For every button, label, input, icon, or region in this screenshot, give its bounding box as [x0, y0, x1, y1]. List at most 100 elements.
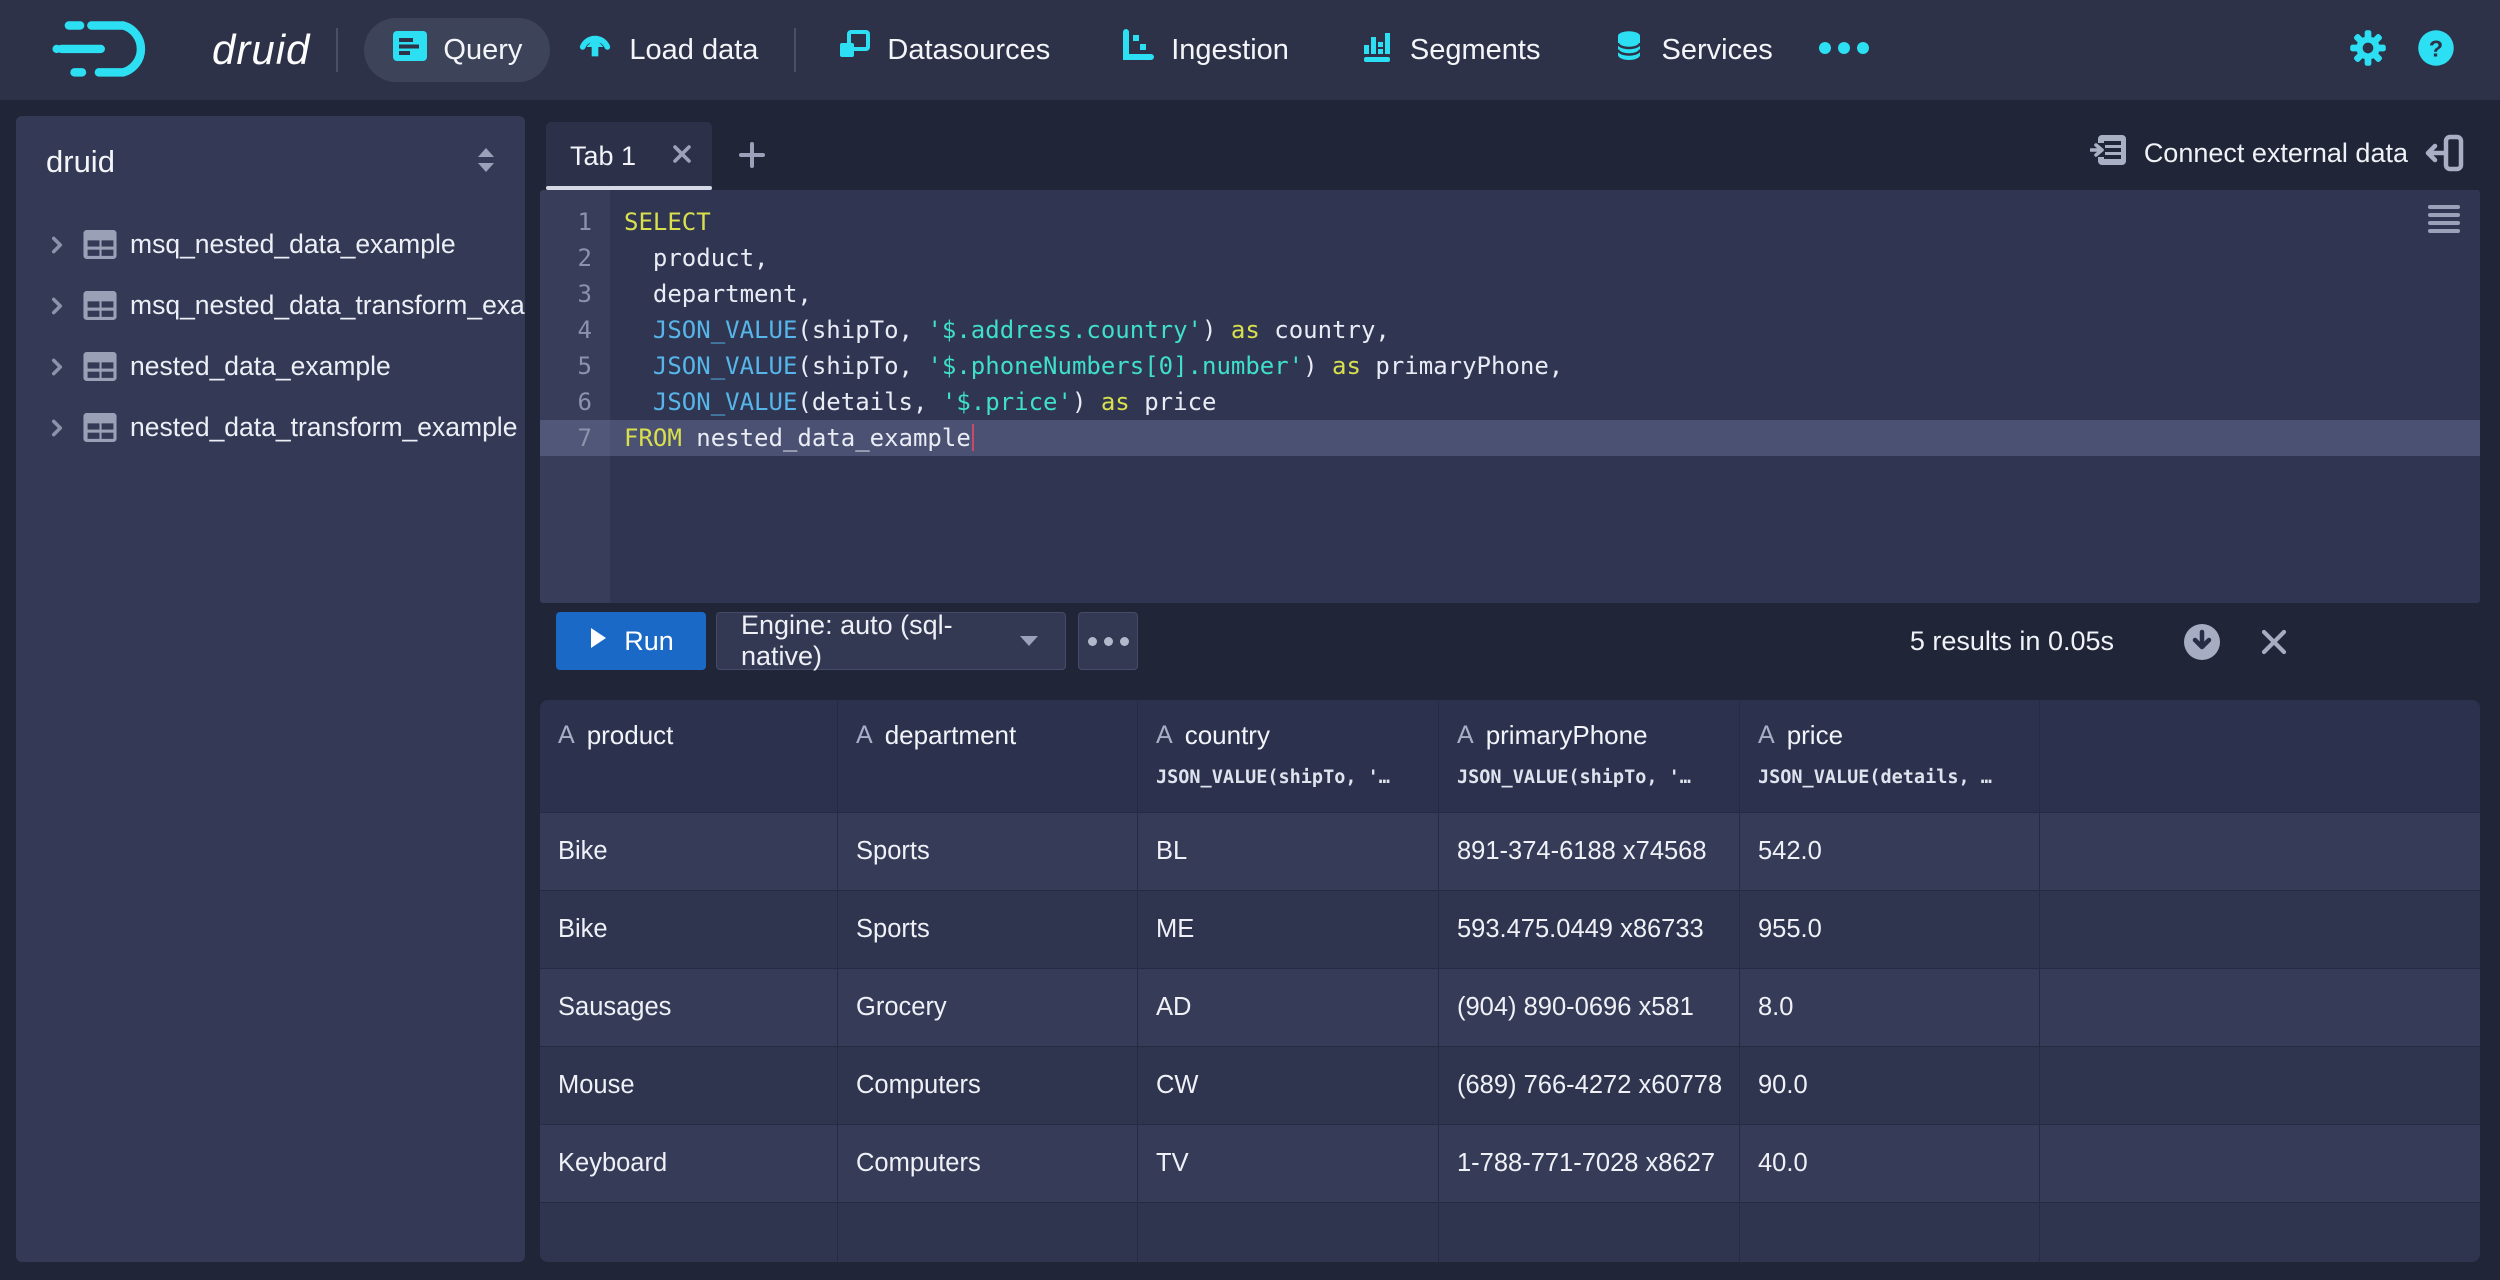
sidebar-table-row[interactable]: msq_nested_data_transform_example	[16, 275, 525, 336]
table-cell[interactable]: TV	[1138, 1124, 1439, 1202]
chevron-right-icon[interactable]	[46, 417, 68, 439]
table-list: msq_nested_data_example msq_nested_data_…	[16, 214, 525, 458]
table-cell-empty	[838, 1202, 1138, 1262]
chevron-right-icon[interactable]	[46, 356, 68, 378]
table-cell[interactable]: 40.0	[1740, 1124, 2040, 1202]
table-cell[interactable]: 542.0	[1740, 812, 2040, 890]
close-icon[interactable]	[2258, 626, 2290, 663]
code-line[interactable]: 5 JSON_VALUE(shipTo, '$.phoneNumbers[0].…	[540, 348, 2480, 384]
more-icon	[1817, 40, 1871, 61]
string-type-icon: A	[1758, 721, 1775, 749]
table-cell[interactable]: 90.0	[1740, 1046, 2040, 1124]
code-line[interactable]: 2 product,	[540, 240, 2480, 276]
table-cell[interactable]: 891-374-6188 x74568	[1439, 812, 1740, 890]
tab-tab1[interactable]: Tab 1	[546, 122, 712, 190]
table-icon	[82, 412, 118, 443]
close-icon[interactable]	[670, 142, 694, 171]
nav-item-services[interactable]: Services	[1601, 18, 1783, 82]
table-cell[interactable]: Bike	[540, 890, 838, 968]
nav-item-datasources[interactable]: Datasources	[826, 18, 1060, 82]
sidebar-table-row[interactable]: nested_data_example	[16, 336, 525, 397]
table-cell[interactable]: Mouse	[540, 1046, 838, 1124]
table-cell[interactable]: Bike	[540, 812, 838, 890]
code-line[interactable]: 7 FROM nested_data_example	[540, 420, 2480, 456]
code-text: JSON_VALUE(shipTo, '$.phoneNumbers[0].nu…	[652, 352, 1564, 380]
table-cell-empty	[2040, 812, 2480, 890]
table-cell[interactable]: Computers	[838, 1124, 1138, 1202]
table-cell[interactable]: Sports	[838, 812, 1138, 890]
table-cell[interactable]: BL	[1138, 812, 1439, 890]
druid-logo[interactable]: druid	[52, 15, 310, 86]
column-header[interactable]: A country JSON_VALUE(shipTo, '…	[1138, 700, 1439, 812]
sidebar-table-row[interactable]: msq_nested_data_example	[16, 214, 525, 275]
nav-item-load-data[interactable]: Load data	[566, 18, 768, 82]
sidebar-table-row[interactable]: nested_data_transform_example	[16, 397, 525, 458]
nav-item-query[interactable]: Query	[364, 18, 551, 82]
menu-icon[interactable]	[2426, 203, 2464, 239]
caret-down-icon	[1017, 626, 1041, 657]
table-cell-empty	[2040, 890, 2480, 968]
table-icon	[82, 229, 118, 260]
more-ellipsis-icon	[1087, 636, 1097, 646]
table-cell[interactable]: 955.0	[1740, 890, 2040, 968]
table-cell[interactable]: CW	[1138, 1046, 1439, 1124]
chevron-right-icon[interactable]	[46, 234, 68, 256]
code-line[interactable]: 6 JSON_VALUE(details, '$.price') as pric…	[540, 384, 2480, 420]
datasources-icon	[836, 29, 872, 71]
table-name: msq_nested_data_transform_example	[130, 290, 525, 320]
nav-item-segments[interactable]: Segments	[1349, 18, 1551, 82]
nav-overflow-button[interactable]	[1817, 40, 1871, 61]
table-cell[interactable]: Computers	[838, 1046, 1138, 1124]
table-cell[interactable]: (904) 890-0696 x581	[1439, 968, 1740, 1046]
table-cell[interactable]: (689) 766-4272 x60778	[1439, 1046, 1740, 1124]
engine-select[interactable]: Engine: auto (sql-native)	[716, 610, 1066, 671]
drawer-icon[interactable]	[2422, 133, 2466, 178]
schema-sidebar: druid msq_nested_data_example msq_nested…	[16, 116, 525, 1262]
help-icon[interactable]: ?	[2416, 28, 2456, 73]
table-cell[interactable]: Sports	[838, 890, 1138, 968]
sql-editor[interactable]: 1 SELECT 2 product, 3 department, 4 JSON…	[540, 190, 2480, 603]
table-cell[interactable]: 593.475.0449 x86733	[1439, 890, 1740, 968]
table-cell[interactable]: ME	[1138, 890, 1439, 968]
run-button[interactable]: Run	[556, 612, 706, 670]
table-cell[interactable]: Sausages	[540, 968, 838, 1046]
column-header[interactable]: A primaryPhone JSON_VALUE(shipTo, '…	[1439, 700, 1740, 812]
table-cell[interactable]: Keyboard	[540, 1124, 838, 1202]
play-icon	[588, 626, 608, 657]
run-more-button[interactable]	[1078, 612, 1138, 670]
add-tab-button[interactable]	[732, 137, 772, 177]
code-text: product,	[624, 244, 769, 272]
gear-icon[interactable]	[2348, 28, 2388, 73]
code-line[interactable]: 3 department,	[540, 276, 2480, 312]
table-cell[interactable]: AD	[1138, 968, 1439, 1046]
results-status: 5 results in 0.05s	[1909, 625, 2114, 656]
services-icon	[1611, 28, 1647, 72]
line-number: 3	[577, 280, 592, 308]
connect-external-data-button[interactable]: Connect external data	[2089, 129, 2408, 177]
column-header[interactable]: A department	[838, 700, 1138, 812]
chevron-right-icon[interactable]	[46, 295, 68, 317]
line-number: 4	[577, 316, 592, 344]
navbar-separator	[336, 28, 339, 72]
table-name: nested_data_transform_example	[130, 412, 518, 442]
double-caret-vertical-icon[interactable]	[473, 145, 499, 180]
table-cell[interactable]: 1-788-771-7028 x8627	[1439, 1124, 1740, 1202]
table-cell[interactable]: 8.0	[1740, 968, 2040, 1046]
nav-item-ingestion[interactable]: Ingestion	[1110, 18, 1299, 82]
table-cell-empty	[2040, 1124, 2480, 1202]
column-name: product	[586, 720, 674, 750]
column-expression: JSON_VALUE(shipTo, '…	[1457, 767, 1691, 788]
code-line[interactable]: 1 SELECT	[540, 204, 2480, 240]
column-expression: JSON_VALUE(details, …	[1758, 767, 1992, 788]
editor-lines: 1 SELECT 2 product, 3 department, 4 JSON…	[540, 204, 2480, 456]
druid-logo-icon	[52, 15, 202, 86]
brand-wordmark: druid	[212, 26, 311, 73]
table-cell[interactable]: Grocery	[838, 968, 1138, 1046]
download-icon[interactable]	[2182, 622, 2222, 667]
code-line[interactable]: 4 JSON_VALUE(shipTo, '$.address.country'…	[540, 312, 2480, 348]
column-header[interactable]: A product	[540, 700, 838, 812]
table-name: nested_data_example	[130, 351, 391, 381]
column-header[interactable]: A price JSON_VALUE(details, …	[1740, 700, 2040, 812]
text-cursor	[971, 424, 975, 451]
column-expression: JSON_VALUE(shipTo, '…	[1156, 767, 1390, 788]
